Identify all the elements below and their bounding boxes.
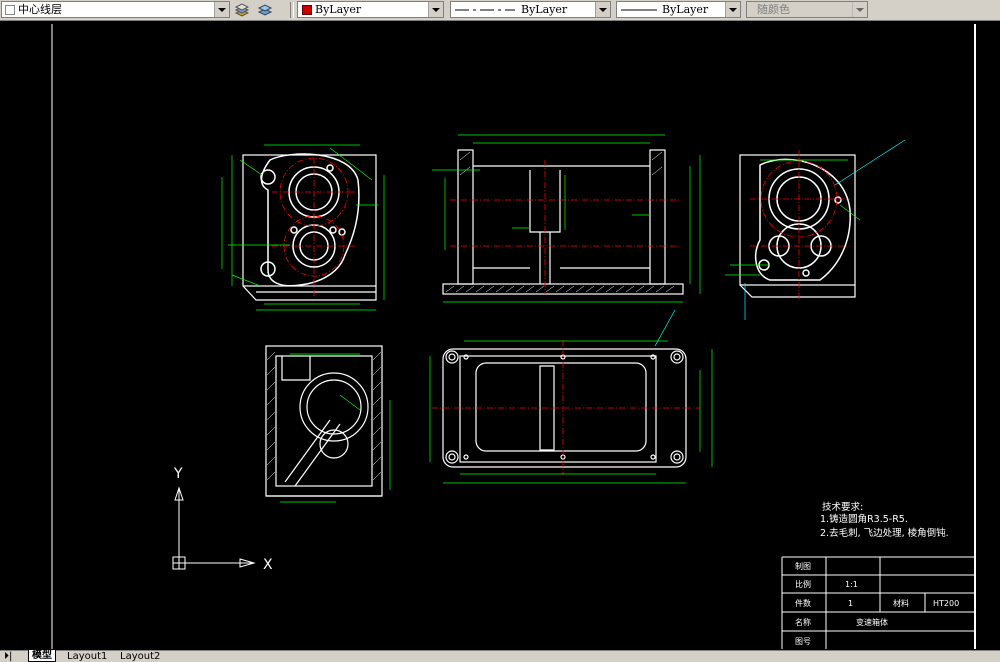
center-linetype-icon (455, 9, 515, 11)
layer-dropdown[interactable]: 中心线层 (1, 1, 230, 18)
title-block-material-label: 材料 (893, 598, 909, 608)
toolbar-separator (290, 2, 294, 18)
chevron-down-icon (852, 2, 867, 17)
ucs-x-label: X (263, 557, 273, 573)
drawing-canvas[interactable]: Y X 技术要求: 1.铸造圆角R3.5-R5. 2.去毛刺, 飞边处理, 棱角… (0, 21, 1000, 650)
tab-scroll-arrows[interactable]: ⏵| (4, 651, 12, 662)
title-block-material-value: HT200 (933, 599, 959, 608)
layer-previous-button[interactable] (256, 1, 274, 18)
color-dropdown-value: ByLayer (315, 3, 362, 16)
title-block-scale-label: 比例 (795, 579, 811, 589)
ucs-icon (172, 486, 256, 570)
chevron-down-icon[interactable] (428, 2, 443, 17)
notes-line-2: 2.去毛刺, 飞边处理, 棱角倒钝. (820, 527, 949, 539)
tab-layout1[interactable]: Layout1 (64, 651, 110, 662)
layer-stack-icon (234, 3, 250, 17)
chevron-down-icon[interactable] (214, 2, 229, 17)
color-swatch (302, 5, 312, 15)
make-object-layer-current-button[interactable] (233, 1, 251, 18)
layer-dropdown-value: 中心线层 (18, 3, 62, 16)
color-dropdown[interactable]: ByLayer (297, 1, 444, 18)
properties-toolbar: 中心线层 ByLayer ByLayer ByLayer 随颜色 (0, 0, 1000, 21)
chevron-down-icon[interactable] (595, 2, 610, 17)
lineweight-icon (621, 9, 657, 11)
technical-notes: 技术要求: 1.铸造圆角R3.5-R5. 2.去毛刺, 飞边处理, 棱角倒钝. (820, 501, 949, 539)
chevron-down-icon[interactable] (725, 2, 740, 17)
layer-previous-icon (257, 4, 273, 16)
notes-line-1: 1.铸造圆角R3.5-R5. (820, 513, 908, 525)
title-block-name-value: 变速箱体 (856, 617, 888, 627)
ucs-y-label: Y (173, 466, 183, 482)
title-block-drawing-no-label: 图号 (795, 637, 811, 646)
plotstyle-dropdown: 随颜色 (746, 1, 868, 18)
title-block-scale-value: 1:1 (845, 580, 858, 589)
plotstyle-dropdown-value: 随颜色 (757, 3, 790, 16)
title-block-quantity-label: 件数 (795, 598, 811, 608)
title-block-drawn-by-label: 制图 (795, 561, 811, 571)
lineweight-dropdown-value: ByLayer (662, 3, 709, 16)
title-block-quantity-value: 1 (848, 599, 853, 608)
section-view-lower-left (265, 345, 391, 503)
linetype-dropdown-value: ByLayer (521, 3, 568, 16)
layout-tab-bar: ⏵| 模型 Layout1 Layout2 (0, 650, 1000, 662)
tab-model[interactable]: 模型 (28, 650, 56, 662)
title-block-name-label: 名称 (795, 617, 811, 627)
side-view-right (725, 139, 906, 320)
layer-color-swatch (5, 5, 15, 15)
plan-view-lower-middle (429, 309, 713, 484)
front-view-left (221, 144, 385, 311)
section-view-middle (432, 134, 701, 303)
tab-layout2[interactable]: Layout2 (117, 651, 163, 662)
lineweight-dropdown[interactable]: ByLayer (616, 1, 741, 18)
linetype-dropdown[interactable]: ByLayer (450, 1, 611, 18)
notes-heading: 技术要求: (822, 501, 863, 513)
sheet-border (51, 24, 976, 649)
